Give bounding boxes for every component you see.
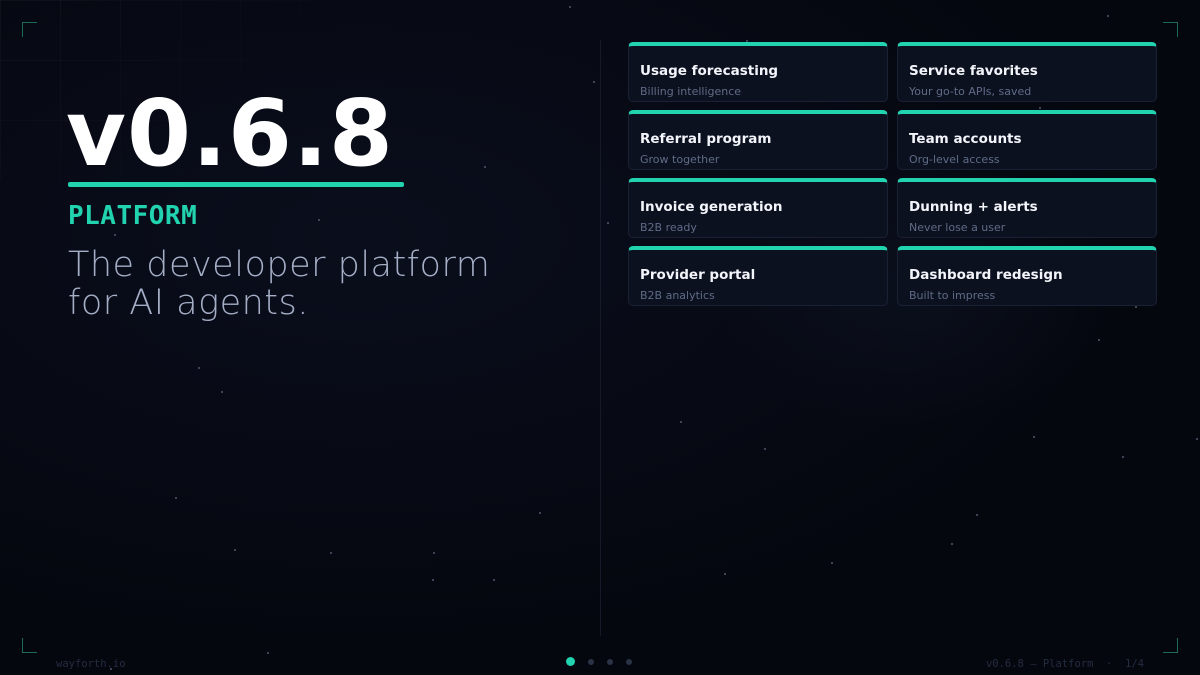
feature-card-provider-portal: Provider portal B2B analytics (628, 246, 888, 306)
star-dot (267, 652, 269, 654)
corner-bracket-top-left (22, 22, 37, 37)
star-dot (764, 448, 766, 450)
feature-card-dashboard-redesign: Dashboard redesign Built to impress (897, 246, 1157, 306)
feature-card-title: Service favorites (909, 63, 1038, 79)
feature-card-service-favorites: Service favorites Your go-to APIs, saved (897, 42, 1157, 102)
section-label: PLATFORM (68, 201, 198, 231)
feature-card-title: Team accounts (909, 131, 1022, 147)
star-dot (175, 497, 177, 499)
feature-card-usage-forecasting: Usage forecasting Billing intelligence (628, 42, 888, 102)
pager-dot-3[interactable] (607, 658, 613, 665)
pager-dot-1[interactable] (566, 657, 575, 666)
feature-card-invoice-generation: Invoice generation B2B ready (628, 178, 888, 238)
tagline-line: for AI agents. (68, 283, 309, 323)
feature-card-title: Usage forecasting (640, 63, 779, 79)
star-dot (539, 512, 541, 514)
pager-dot-4[interactable] (626, 658, 632, 665)
column-divider (600, 40, 601, 636)
feature-card-subtitle: Billing intelligence (640, 85, 742, 98)
feature-card-subtitle: Never lose a user (909, 221, 1006, 234)
star-dot (1135, 306, 1137, 308)
star-dot (433, 552, 435, 554)
feature-card-grid: Usage forecasting Billing intelligence S… (628, 42, 1157, 306)
star-dot (593, 81, 595, 83)
star-dot (607, 222, 609, 224)
feature-card-dunning-alerts: Dunning + alerts Never lose a user (897, 178, 1157, 238)
star-dot (1122, 456, 1124, 458)
feature-card-title: Dashboard redesign (909, 267, 1063, 283)
star-dot (318, 219, 320, 221)
star-dot (221, 391, 223, 393)
feature-card-team-accounts: Team accounts Org-level access (897, 110, 1157, 170)
tagline-line: The developer platform (68, 245, 491, 285)
footer-brand: wayforth.io (56, 658, 126, 670)
star-dot (976, 514, 978, 516)
star-dot (569, 6, 571, 8)
feature-card-subtitle: Your go-to APIs, saved (909, 85, 1032, 98)
star-dot (680, 421, 682, 423)
star-dot (432, 579, 434, 581)
star-dot (1107, 15, 1109, 17)
feature-card-subtitle: Built to impress (909, 289, 996, 302)
feature-card-subtitle: B2B ready (640, 221, 697, 234)
feature-card-title: Invoice generation (640, 199, 783, 215)
star-dot (234, 549, 236, 551)
star-dot (724, 573, 726, 575)
slide-pager (566, 657, 632, 666)
feature-card-subtitle: Org-level access (909, 153, 1000, 166)
tagline: The developer platform for AI agents. (68, 246, 568, 322)
star-dot (484, 166, 486, 168)
corner-bracket-bottom-right (1163, 638, 1178, 653)
feature-card-title: Referral program (640, 131, 772, 147)
feature-card-title: Dunning + alerts (909, 199, 1038, 215)
version-underline (68, 182, 404, 187)
corner-bracket-top-right (1163, 22, 1178, 37)
star-dot (330, 552, 332, 554)
star-dot (114, 234, 116, 236)
feature-card-referral-program: Referral program Grow together (628, 110, 888, 170)
pager-dot-2[interactable] (588, 658, 594, 665)
star-dot (493, 579, 495, 581)
footer-slide-meta: v0.6.8 — Platform · 1/4 (985, 658, 1144, 670)
star-dot (1098, 339, 1100, 341)
star-dot (1033, 436, 1035, 438)
version-heading: v0.6.8 (66, 80, 394, 187)
star-dot (831, 562, 833, 564)
star-dot (1196, 438, 1198, 440)
star-dot (951, 543, 953, 545)
feature-card-subtitle: B2B analytics (640, 289, 715, 302)
star-dot (198, 367, 200, 369)
feature-card-title: Provider portal (640, 267, 756, 283)
corner-bracket-bottom-left (22, 638, 37, 653)
slide: v0.6.8 PLATFORM The developer platform f… (0, 0, 1200, 675)
feature-card-subtitle: Grow together (640, 153, 720, 166)
